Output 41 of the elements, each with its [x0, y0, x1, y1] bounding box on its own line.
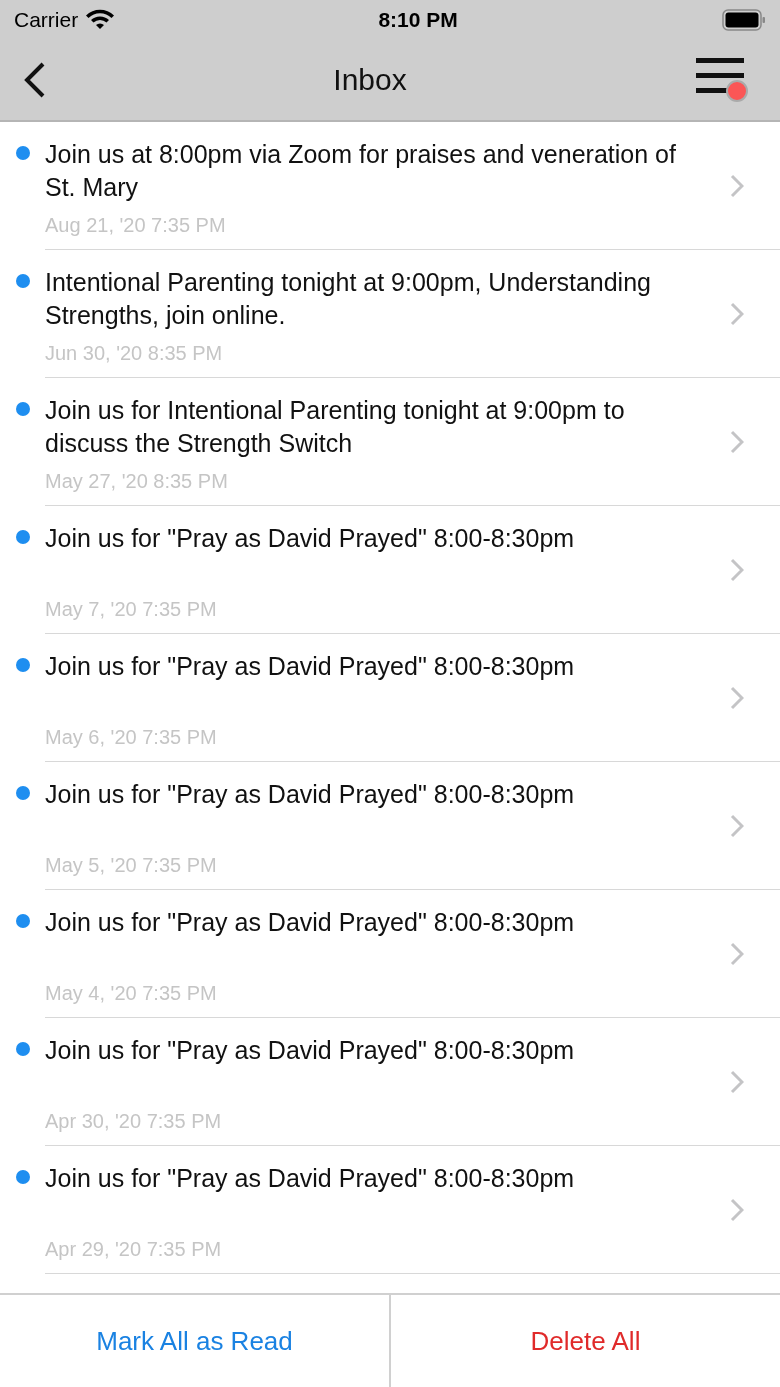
message-date: May 5, '20 7:35 PM	[45, 854, 218, 877]
wifi-icon	[86, 9, 115, 31]
chevron-icon	[730, 173, 744, 198]
chevron-icon	[730, 557, 744, 582]
message-row[interactable]: Intentional Parenting tonight at 9:00pm, Understanding Strengths, join online. Jun 30, '20 8:35 PM	[0, 250, 780, 378]
carrier-label: Carrier	[14, 8, 79, 32]
message-date: Apr 30, '20 7:35 PM	[45, 1110, 223, 1133]
message-date: May 4, '20 7:35 PM	[45, 982, 218, 1005]
chevron-icon	[730, 685, 744, 710]
message-title: Join us for "Pray as David Prayed" 8:00-8:30pm	[45, 651, 576, 682]
message-row[interactable]: Join us for "Pray as David Prayed" 8:00-8:30pm Apr 29, '20 7:35 PM	[0, 1146, 780, 1274]
message-title: Join us for "Pray as David Prayed" 8:00-8:30pm	[45, 523, 576, 554]
message-date: May 6, '20 7:35 PM	[45, 726, 218, 749]
message-title: Join us at 8:00pm via Zoom for praises and veneration of St. Mary	[45, 139, 677, 203]
message-row[interactable]: Join us for "Pray as David Prayed" 8:00-8:30pm May 6, '20 7:35 PM	[0, 634, 780, 762]
chevron-icon	[730, 813, 744, 838]
screen-title: Inbox	[333, 63, 407, 97]
message-title: Join us for "Pray as David Prayed" 8:00-8:30pm	[45, 907, 576, 938]
message-title: Join us for "Pray as David Prayed" 8:00-8:30pm	[45, 1035, 576, 1066]
message-date: May 7, '20 7:35 PM	[45, 598, 218, 621]
clock-time: 8:10 PM	[378, 8, 458, 32]
chevron-icon	[730, 301, 744, 326]
message-date: Jun 30, '20 8:35 PM	[45, 342, 224, 365]
message-title: Join us for "Pray as David Prayed" 8:00-8:30pm	[45, 1163, 576, 1194]
chevron-icon	[730, 1069, 744, 1094]
message-row[interactable]: Join us at 8:00pm via Zoom for praises and veneration of St. Mary Aug 21, '20 7:35 PM	[0, 122, 780, 250]
message-date: Aug 21, '20 7:35 PM	[45, 214, 227, 237]
message-date: May 27, '20 8:35 PM	[45, 470, 229, 493]
message-row[interactable]: Join us for "Pray as David Prayed" 8:00-8:30pm Apr 30, '20 7:35 PM	[0, 1018, 780, 1146]
message-row[interactable]: Join us for "Pray as David Prayed" 8:00-8:30pm May 4, '20 7:35 PM	[0, 890, 780, 1018]
chevron-icon	[730, 1197, 744, 1222]
message-date: Apr 29, '20 7:35 PM	[45, 1238, 223, 1261]
message-title: Join us for "Pray as David Prayed" 8:00-8:30pm	[45, 779, 576, 810]
message-row[interactable]: Join us for "Pray as David Prayed" 8:00-8:30pm May 5, '20 7:35 PM	[0, 762, 780, 890]
message-row[interactable]: Join us for Intentional Parenting tonight at 9:00pm to discuss the Strength Switch May 27, '20 8:35 PM	[0, 378, 780, 506]
message-title: Intentional Parenting tonight at 9:00pm, Understanding Strengths, join online.	[45, 267, 652, 331]
battery-icon	[722, 9, 766, 31]
chevron-icon	[730, 429, 744, 454]
message-row[interactable]: Join us for "Pray as David Prayed" 8:00-8:30pm May 7, '20 7:35 PM	[0, 506, 780, 634]
message-title: Join us for Intentional Parenting tonight at 9:00pm to discuss the Strength Switch	[45, 395, 626, 459]
chevron-icon	[730, 941, 744, 966]
